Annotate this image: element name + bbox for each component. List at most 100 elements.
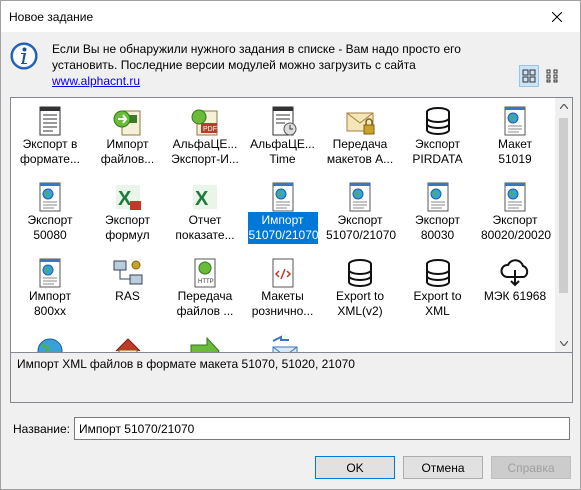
globe-document-icon xyxy=(427,182,448,212)
task-item-label: Экспорт 51070/21070 xyxy=(326,213,397,242)
task-item-label: Экспорт 50080 xyxy=(27,213,73,242)
task-item[interactable]: Макеты рознично... xyxy=(246,252,320,328)
task-item[interactable]: Импорт 800xx xyxy=(13,252,87,328)
task-item-label: RAS xyxy=(115,289,140,303)
scroll-thumb[interactable] xyxy=(559,118,568,293)
info-message-text: Если Вы не обнаружили нужного задания в … xyxy=(52,42,461,72)
task-item[interactable] xyxy=(13,328,87,352)
svg-text:X: X xyxy=(118,188,132,210)
http-document-icon: HTTP xyxy=(194,258,216,288)
name-input[interactable] xyxy=(74,417,570,440)
close-icon xyxy=(552,11,562,22)
list-view-icon xyxy=(546,69,558,83)
task-item-label: Импорт файлов... xyxy=(100,137,155,166)
task-item-label: Export to XML(v2) xyxy=(335,289,385,318)
database-icon xyxy=(425,107,450,135)
excel-export-icon: X xyxy=(115,185,141,210)
house-icon xyxy=(115,338,140,352)
globe-document-icon xyxy=(272,182,293,212)
task-item-label: Экспорт PIRDATA xyxy=(412,137,463,166)
task-item-label: Макеты рознично... xyxy=(251,289,314,318)
info-icon xyxy=(10,42,38,70)
task-item[interactable]: Передача макетов А... xyxy=(323,100,397,176)
task-item-label: Импорт 800xx xyxy=(29,289,71,318)
network-computers-icon xyxy=(113,260,142,285)
task-item[interactable]: Экспорт PIRDATA xyxy=(401,100,475,176)
chevron-down-icon xyxy=(559,341,568,346)
task-item-label: Экспорт формул xyxy=(104,213,151,242)
task-item[interactable]: МЭК 61968 xyxy=(478,252,552,328)
task-item[interactable]: X Экспорт формул xyxy=(91,176,165,252)
task-item[interactable]: HTTP Передача файлов ... xyxy=(168,252,242,328)
task-item-label: Импорт 51070/21070 xyxy=(247,212,319,244)
alphace-time-icon xyxy=(272,106,296,136)
database-icon xyxy=(425,259,450,287)
info-message: Если Вы не обнаружили нужного задания в … xyxy=(52,41,482,89)
task-item[interactable] xyxy=(246,328,320,352)
task-item-label: Отчет показате... xyxy=(175,213,235,242)
database-icon xyxy=(348,259,372,287)
window-title: Новое задание xyxy=(9,10,94,24)
task-item[interactable]: X Отчет показате... xyxy=(168,176,242,252)
envelope-lock-icon xyxy=(346,112,375,135)
close-button[interactable] xyxy=(534,1,580,32)
website-link[interactable]: www.alphacnt.ru xyxy=(52,74,140,88)
code-document-icon xyxy=(272,258,293,288)
ok-button[interactable]: OK xyxy=(315,456,395,479)
globe-document-icon xyxy=(349,182,371,212)
task-item-label: Передача файлов ... xyxy=(176,289,234,318)
svg-text:PDF: PDF xyxy=(203,126,217,133)
cancel-button[interactable]: Отмена xyxy=(403,456,483,479)
task-item[interactable]: Экспорт 50080 xyxy=(13,176,87,252)
excel-icon: X xyxy=(193,185,217,210)
arrow-right-icon xyxy=(190,336,220,352)
import-files-icon xyxy=(113,110,140,136)
task-item[interactable]: RAS xyxy=(91,252,165,328)
task-item[interactable]: Export to XML xyxy=(401,252,475,328)
task-item-label: АльфаЦЕ... Экспорт-И... xyxy=(171,137,239,166)
task-item[interactable]: Экспорт в формате... xyxy=(13,100,87,176)
globe-document-icon xyxy=(39,258,61,288)
large-icons-view-button[interactable] xyxy=(519,65,539,87)
task-item-label: Экспорт 80030 xyxy=(414,213,461,242)
task-item[interactable]: Импорт 51070/21070 xyxy=(246,176,320,252)
globe-icon xyxy=(37,338,63,352)
task-item[interactable]: Макет 51019 xyxy=(478,100,552,176)
new-task-dialog: Новое задание Если Вы не обнаружили нужн… xyxy=(0,0,581,490)
task-item[interactable] xyxy=(168,328,242,352)
list-view-button[interactable] xyxy=(543,65,563,87)
globe-document-icon xyxy=(39,182,61,212)
task-item[interactable]: PDF АльфаЦЕ... Экспорт-И... xyxy=(168,100,242,176)
task-item[interactable] xyxy=(91,328,165,352)
scroll-down-button[interactable] xyxy=(555,335,572,352)
alphace-export-icon: PDF xyxy=(191,109,218,136)
svg-text:X: X xyxy=(195,188,209,210)
help-button[interactable]: Справка xyxy=(491,456,571,479)
title-bar: Новое задание xyxy=(1,1,580,32)
task-description: Импорт XML файлов в формате макета 51070… xyxy=(10,353,573,403)
vertical-scrollbar[interactable] xyxy=(555,98,572,352)
task-item[interactable]: Импорт файлов... xyxy=(91,100,165,176)
scroll-up-button[interactable] xyxy=(555,98,572,115)
task-types-list: МЭК 61968 Export to XML Export to XML(v2) Мак… xyxy=(10,97,573,353)
task-item[interactable]: Экспорт 51070/21070 xyxy=(323,176,397,252)
task-item-label: Макет 51019 xyxy=(498,137,532,166)
task-item-label: Экспорт 80020/20020 xyxy=(481,213,552,242)
task-item-label: Export to XML xyxy=(413,289,462,318)
globe-document-icon xyxy=(504,106,526,136)
envelope-arrows-icon xyxy=(272,335,297,352)
svg-text:HTTP: HTTP xyxy=(198,279,214,285)
large-icons-icon xyxy=(522,69,536,83)
chevron-up-icon xyxy=(559,104,568,109)
document-lines-icon xyxy=(39,106,61,136)
task-item[interactable]: Экспорт 80030 xyxy=(401,176,475,252)
task-item-label: АльфаЦЕ... Time xyxy=(250,137,315,166)
name-label: Название: xyxy=(13,422,70,436)
globe-document-icon xyxy=(504,182,526,212)
task-item[interactable]: АльфаЦЕ... Time xyxy=(246,100,320,176)
task-item-label: МЭК 61968 xyxy=(483,289,547,303)
task-item-label: Передача макетов А... xyxy=(326,137,394,166)
task-item[interactable]: Экспорт 80020/20020 xyxy=(478,176,552,252)
task-item[interactable]: Export to XML(v2) xyxy=(323,252,397,328)
cloud-download-icon xyxy=(500,259,529,287)
